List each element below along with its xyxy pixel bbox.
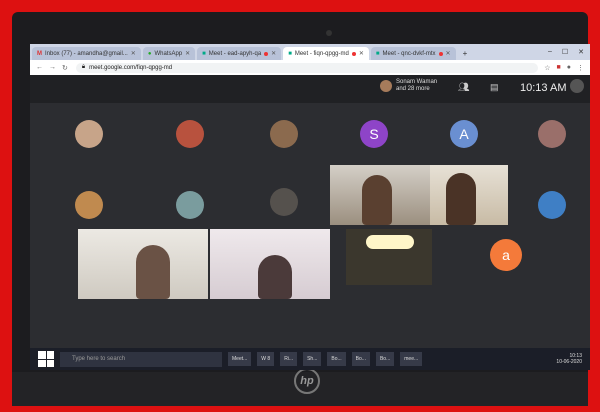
- star-icon[interactable]: ☆: [544, 64, 550, 72]
- minimize-button[interactable]: –: [548, 48, 552, 56]
- meet-icon: ■: [375, 50, 380, 57]
- url-field[interactable]: 🔒︎ meet.google.com/fiqn-qpgg-md: [75, 62, 539, 73]
- close-icon[interactable]: ✕: [131, 50, 136, 57]
- participant-video: [346, 229, 432, 285]
- host-info: Sonam Waman and 28 more: [380, 79, 437, 93]
- system-tray-clock[interactable]: 10:13 10-06-2020: [556, 353, 582, 365]
- taskbar-app[interactable]: W 8: [257, 352, 275, 366]
- gmail-icon: M: [37, 50, 42, 57]
- person-silhouette: [136, 245, 170, 299]
- avatar: [380, 80, 392, 92]
- recording-dot-icon: [438, 51, 443, 56]
- participant-avatar: [176, 120, 204, 148]
- close-icon[interactable]: ✕: [446, 50, 451, 57]
- browser-tab[interactable]: ■ Meet - ead-apyh-qa ✕: [197, 47, 282, 60]
- taskbar-app[interactable]: Ri...: [280, 352, 298, 366]
- whatsapp-icon: ●: [147, 50, 152, 57]
- participant-video: [330, 165, 430, 225]
- close-window-button[interactable]: ✕: [578, 48, 584, 56]
- extension-icon[interactable]: ■: [557, 64, 561, 71]
- participant-avatar: [176, 191, 204, 219]
- meeting-time: 10:13 AM: [520, 82, 567, 94]
- participant-avatar: [270, 120, 298, 148]
- profile-icon[interactable]: ●: [567, 64, 571, 71]
- meet-top-bar: Sonam Waman and 28 more 👥︎ ▤ 10:13 AM: [30, 75, 590, 103]
- chat-icon[interactable]: ▤: [490, 82, 499, 93]
- self-avatar[interactable]: [570, 79, 584, 93]
- browser-tab[interactable]: M Inbox (77) - amandha@gmail... ✕: [32, 47, 141, 60]
- close-icon[interactable]: ✕: [185, 50, 190, 57]
- people-icon[interactable]: 👥︎: [458, 82, 469, 93]
- lock-icon: 🔒︎: [81, 64, 86, 70]
- browser-tab-active[interactable]: ■ Meet - fiqn-qpgg-md ✕: [283, 47, 369, 60]
- window-controls: – ☐ ✕: [548, 48, 590, 56]
- taskbar-search-input[interactable]: Type here to search: [60, 351, 222, 367]
- windows-start-icon[interactable]: [38, 351, 54, 367]
- recording-dot-icon: [351, 51, 356, 56]
- participant-letter-avatar: a: [490, 239, 522, 271]
- taskbar-app[interactable]: Sh...: [303, 352, 322, 366]
- taskbar-app[interactable]: Bo...: [375, 352, 395, 366]
- menu-icon[interactable]: ⋮: [577, 64, 584, 72]
- windows-taskbar: Type here to search Meet... W 8 Ri... Sh…: [30, 348, 590, 370]
- light-glow: [366, 235, 414, 249]
- person-silhouette: [258, 255, 292, 299]
- webcam: [326, 30, 332, 36]
- participant-avatar: [538, 120, 566, 148]
- back-arrow-icon[interactable]: ←: [36, 64, 43, 71]
- participant-video: [430, 165, 508, 225]
- browser-tab[interactable]: ■ Meet - qnc-dvkf-mtx ✕: [370, 47, 456, 60]
- laptop-screen: M Inbox (77) - amandha@gmail... ✕ ● WhatsAp…: [30, 44, 590, 370]
- maximize-button[interactable]: ☐: [562, 48, 568, 56]
- browser-tab-bar: M Inbox (77) - amandha@gmail... ✕ ● WhatsAp…: [30, 44, 590, 60]
- participant-avatar: [75, 120, 103, 148]
- participant-letter-avatar: S: [360, 120, 388, 148]
- close-icon[interactable]: ✕: [359, 50, 364, 57]
- participant-video: [210, 229, 330, 299]
- participant-count: and 28 more: [396, 86, 430, 92]
- taskbar-app[interactable]: Meet...: [228, 352, 252, 366]
- participant-letter-avatar: A: [450, 120, 478, 148]
- participant-avatar: [538, 191, 566, 219]
- meet-icon: ■: [202, 50, 206, 57]
- taskbar-app[interactable]: mee...: [400, 352, 423, 366]
- address-bar: ← → ↻ 🔒︎ meet.google.com/fiqn-qpgg-md ☆ ■…: [30, 60, 590, 75]
- forward-arrow-icon[interactable]: →: [49, 64, 56, 71]
- meet-icon: ■: [288, 50, 292, 57]
- new-tab-button[interactable]: +: [458, 47, 473, 60]
- browser-tab[interactable]: ● WhatsApp ✕: [142, 47, 196, 60]
- host-name: Sonam Waman: [396, 79, 438, 85]
- participant-avatar: [75, 191, 103, 219]
- close-icon[interactable]: ✕: [271, 50, 276, 57]
- hp-logo: hp: [294, 368, 320, 394]
- person-silhouette: [446, 173, 476, 225]
- participant-grid: S A a: [30, 103, 590, 348]
- participant-avatar: [270, 188, 298, 216]
- person-silhouette: [362, 175, 392, 225]
- taskbar-app[interactable]: Bo...: [351, 352, 370, 366]
- reload-icon[interactable]: ↻: [62, 64, 68, 72]
- participant-video: [78, 229, 208, 299]
- taskbar-app[interactable]: Bo...: [327, 352, 346, 366]
- recording-dot-icon: [264, 51, 269, 56]
